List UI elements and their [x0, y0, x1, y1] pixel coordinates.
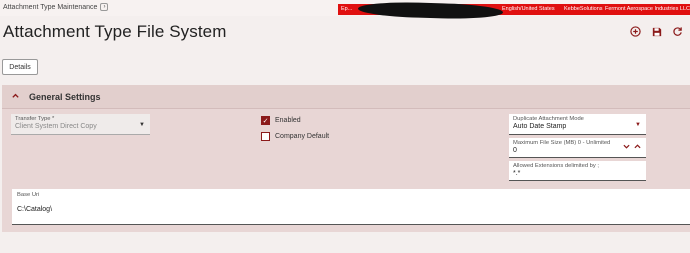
- save-icon[interactable]: [650, 25, 663, 38]
- duplicate-mode-select[interactable]: Duplicate Attachment Mode Auto Date Stam…: [509, 114, 646, 135]
- status-language[interactable]: English/United States: [502, 6, 555, 12]
- status-company[interactable]: KebbeSolutions: [564, 6, 603, 12]
- caret-down-icon[interactable]: ▼: [139, 122, 145, 128]
- allowed-extensions-value: *.*: [513, 170, 521, 177]
- section-title: General Settings: [29, 92, 101, 102]
- enabled-checkbox[interactable]: ✓ Enabled: [261, 116, 301, 125]
- allowed-extensions-field[interactable]: Allowed Extensions delimited by ; *.*: [509, 161, 646, 181]
- toolbar: [629, 25, 684, 38]
- max-file-size-stepper[interactable]: Maximum File Size (MB) 0 - Unlimited 0: [509, 138, 646, 158]
- checkbox-empty-icon[interactable]: [261, 132, 270, 141]
- top-bar: Attachment Type Maintenance › Ep... Engl…: [0, 0, 690, 20]
- checkmark-icon[interactable]: ✓: [261, 116, 270, 125]
- transfer-type-select[interactable]: Transfer Type * Client System Direct Cop…: [11, 114, 150, 135]
- company-default-label: Company Default: [275, 133, 330, 140]
- status-bar-left: Ep...: [341, 6, 353, 12]
- base-uri-value: C:\Catalog\: [17, 206, 53, 213]
- company-default-checkbox[interactable]: Company Default: [261, 132, 329, 141]
- base-uri-field[interactable]: Base Uri C:\Catalog\: [12, 189, 690, 225]
- refresh-icon[interactable]: [671, 25, 684, 38]
- add-new-icon[interactable]: [629, 25, 642, 38]
- caret-down-icon[interactable]: ▼: [635, 122, 641, 128]
- enabled-label: Enabled: [275, 117, 301, 124]
- chevron-right-icon[interactable]: ›: [100, 3, 109, 11]
- duplicate-mode-label: Duplicate Attachment Mode: [513, 116, 584, 122]
- duplicate-mode-value: Auto Date Stamp: [513, 123, 567, 130]
- allowed-extensions-label: Allowed Extensions delimited by ;: [513, 163, 600, 169]
- section-header[interactable]: General Settings: [2, 85, 690, 109]
- breadcrumb-label[interactable]: Attachment Type Maintenance: [3, 4, 97, 11]
- details-button[interactable]: Details: [2, 59, 38, 75]
- base-uri-label: Base Uri: [17, 192, 40, 198]
- breadcrumb: Attachment Type Maintenance ›: [3, 3, 109, 11]
- max-file-size-value: 0: [513, 147, 517, 154]
- max-file-size-label: Maximum File Size (MB) 0 - Unlimited: [513, 140, 611, 146]
- status-site[interactable]: Fermont Aerospace Industries LLC: [605, 6, 690, 12]
- page-title: Attachment Type File System: [3, 22, 227, 41]
- chevron-up-icon[interactable]: [11, 91, 20, 103]
- chevron-down-icon[interactable]: [623, 143, 630, 152]
- transfer-type-label: Transfer Type *: [15, 116, 55, 122]
- chevron-up-icon[interactable]: [634, 143, 641, 152]
- transfer-type-value: Client System Direct Copy: [15, 123, 97, 130]
